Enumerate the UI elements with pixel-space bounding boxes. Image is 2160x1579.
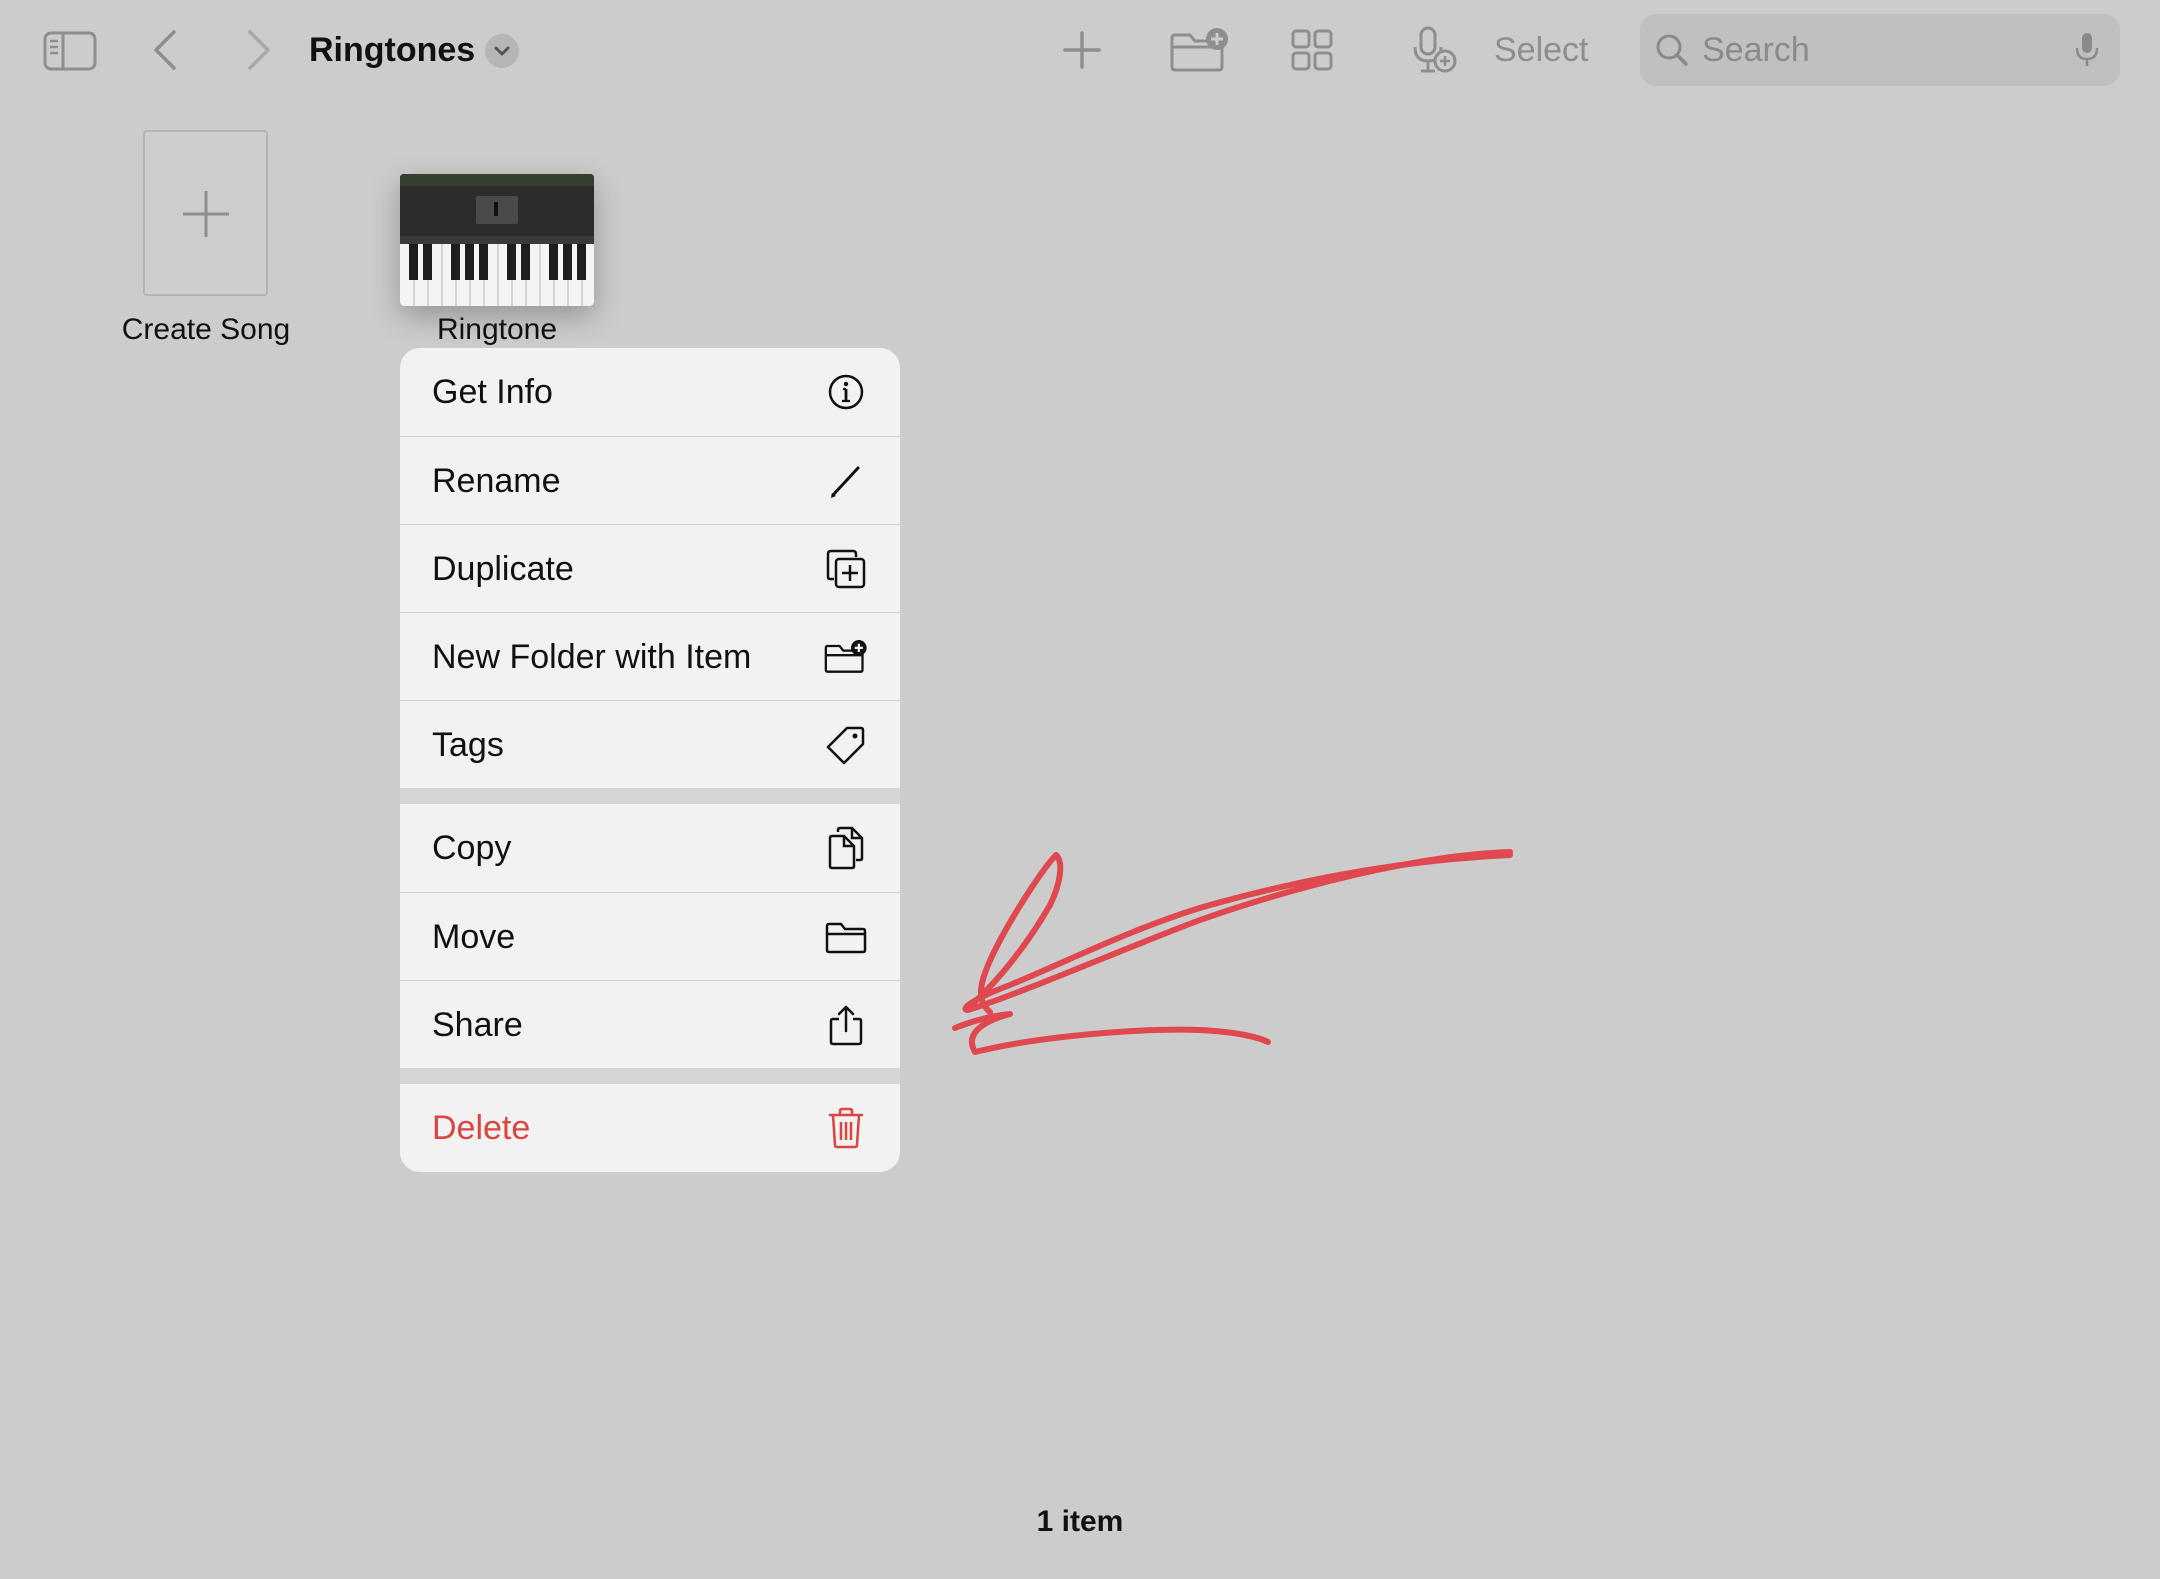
duplicate-icon xyxy=(824,547,868,591)
toolbar: Ringtones Select Search xyxy=(0,0,2160,100)
select-button[interactable]: Select xyxy=(1494,26,1589,74)
ringtone-thumbnail[interactable] xyxy=(400,174,594,306)
menu-item-label: Duplicate xyxy=(432,549,574,588)
back-chevron-icon[interactable] xyxy=(148,26,182,74)
trash-icon xyxy=(824,1106,868,1150)
search-input[interactable]: Search xyxy=(1702,26,1810,74)
menu-item-tags[interactable]: Tags xyxy=(400,700,900,788)
tag-icon xyxy=(824,723,868,767)
menu-item-rename[interactable]: Rename xyxy=(400,436,900,524)
folder-plus-icon xyxy=(824,635,868,679)
menu-item-label: Get Info xyxy=(432,373,553,411)
folder-icon xyxy=(824,915,868,959)
ringtone-label[interactable]: Ringtone xyxy=(397,310,597,350)
page-title[interactable]: Ringtones xyxy=(309,26,475,74)
item-count-status: 1 item xyxy=(1036,1505,1124,1538)
create-song-label[interactable]: Create Song xyxy=(106,310,306,350)
sidebar-icon[interactable] xyxy=(40,28,100,74)
pencil-icon xyxy=(824,459,868,503)
menu-separator xyxy=(400,1068,900,1084)
plus-icon[interactable] xyxy=(1060,28,1104,72)
menu-separator xyxy=(400,788,900,804)
menu-item-label: Rename xyxy=(432,461,561,500)
forward-chevron-icon[interactable] xyxy=(242,26,276,74)
menu-item-duplicate[interactable]: Duplicate xyxy=(400,524,900,612)
info-icon xyxy=(824,370,868,414)
menu-item-label: Copy xyxy=(432,829,512,867)
menu-item-move[interactable]: Move xyxy=(400,892,900,980)
hand-drawn-arrow-annotation xyxy=(952,849,1513,1055)
create-song-tile[interactable] xyxy=(143,130,268,296)
context-menu: Get Info Rename Duplicate New Folder wit… xyxy=(400,348,900,1172)
menu-item-delete[interactable]: Delete xyxy=(400,1084,900,1172)
menu-item-copy[interactable]: Copy xyxy=(400,804,900,892)
share-icon xyxy=(824,1003,868,1047)
menu-item-new-folder-with-item[interactable]: New Folder with Item xyxy=(400,612,900,700)
chevron-down-icon[interactable] xyxy=(485,34,519,68)
mic-plus-icon[interactable] xyxy=(1410,24,1458,76)
plus-icon xyxy=(181,189,231,239)
menu-item-label: New Folder with Item xyxy=(432,637,752,676)
search-field[interactable]: Search xyxy=(1640,14,2120,86)
menu-item-label: Delete xyxy=(432,1109,531,1147)
menu-item-label: Tags xyxy=(432,725,504,764)
menu-item-label: Move xyxy=(432,917,516,956)
microphone-icon[interactable] xyxy=(2072,30,2102,70)
grid-view-icon[interactable] xyxy=(1290,28,1334,72)
copy-icon xyxy=(824,826,868,870)
folder-plus-icon[interactable] xyxy=(1168,26,1230,74)
magnifier-icon xyxy=(1654,32,1690,68)
menu-item-share[interactable]: Share xyxy=(400,980,900,1068)
menu-item-get-info[interactable]: Get Info xyxy=(400,348,900,436)
menu-item-label: Share xyxy=(432,1005,523,1044)
